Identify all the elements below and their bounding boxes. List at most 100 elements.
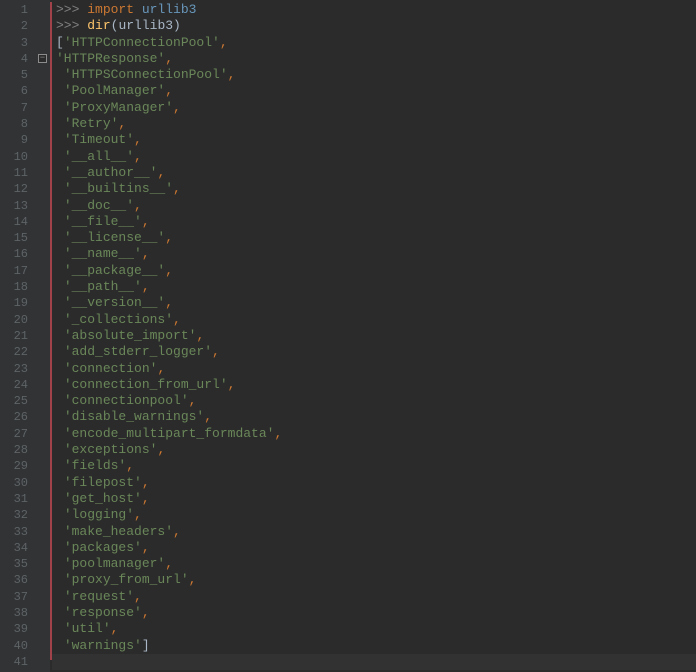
- token: [56, 409, 64, 424]
- token: ,: [157, 165, 165, 180]
- code-line[interactable]: 'HTTPResponse',: [52, 51, 696, 67]
- line-number: 26: [0, 409, 28, 425]
- token: '__version__': [64, 295, 165, 310]
- token: ,: [173, 181, 181, 196]
- token: 'Timeout': [64, 132, 134, 147]
- line-number: 23: [0, 361, 28, 377]
- token: '__path__': [64, 279, 142, 294]
- code-line[interactable]: ['HTTPConnectionPool',: [52, 35, 696, 51]
- code-line[interactable]: '__doc__',: [52, 198, 696, 214]
- line-number: 9: [0, 132, 28, 148]
- code-line[interactable]: '__builtins__',: [52, 181, 696, 197]
- code-line[interactable]: 'proxy_from_url',: [52, 572, 696, 588]
- line-number: 36: [0, 572, 28, 588]
- line-number: 21: [0, 328, 28, 344]
- token: ,: [212, 344, 220, 359]
- token: ,: [111, 621, 119, 636]
- token: [56, 572, 64, 587]
- code-editor[interactable]: 1234567891011121314151617181920212223242…: [0, 0, 696, 672]
- token: ,: [134, 149, 142, 164]
- token: 'fields': [64, 458, 126, 473]
- token: [56, 181, 64, 196]
- line-number: 4: [0, 51, 28, 67]
- code-line[interactable]: 'connection',: [52, 361, 696, 377]
- line-number: 31: [0, 491, 28, 507]
- token: 'exceptions': [64, 442, 158, 457]
- code-line[interactable]: 'fields',: [52, 458, 696, 474]
- token: '__file__': [64, 214, 142, 229]
- token: ,: [142, 279, 150, 294]
- token: ,: [189, 572, 197, 587]
- line-number: 14: [0, 214, 28, 230]
- code-line[interactable]: 'Retry',: [52, 116, 696, 132]
- token: [56, 426, 64, 441]
- code-line[interactable]: 'request',: [52, 589, 696, 605]
- token: 'HTTPConnectionPool': [64, 35, 220, 50]
- code-line[interactable]: 'packages',: [52, 540, 696, 556]
- token: 'request': [64, 589, 134, 604]
- token: ,: [134, 589, 142, 604]
- token: [56, 246, 64, 261]
- token: ,: [134, 507, 142, 522]
- code-line[interactable]: '__all__',: [52, 149, 696, 165]
- token: 'logging': [64, 507, 134, 522]
- code-line[interactable]: 'connection_from_url',: [52, 377, 696, 393]
- code-line[interactable]: [52, 654, 696, 670]
- code-line[interactable]: '__author__',: [52, 165, 696, 181]
- line-number: 22: [0, 344, 28, 360]
- code-line[interactable]: 'util',: [52, 621, 696, 637]
- code-line[interactable]: '__version__',: [52, 295, 696, 311]
- line-number: 7: [0, 100, 28, 116]
- code-line[interactable]: '__path__',: [52, 279, 696, 295]
- token: ,: [157, 361, 165, 376]
- line-number: 27: [0, 426, 28, 442]
- token: ,: [165, 295, 173, 310]
- code-area[interactable]: >>> import urllib3>>> dir(urllib3)['HTTP…: [52, 0, 696, 672]
- code-line[interactable]: '__file__',: [52, 214, 696, 230]
- line-number: 25: [0, 393, 28, 409]
- token: ,: [165, 51, 173, 66]
- code-line[interactable]: 'response',: [52, 605, 696, 621]
- line-number: 1: [0, 2, 28, 18]
- token: [56, 442, 64, 457]
- code-line[interactable]: '__name__',: [52, 246, 696, 262]
- code-line[interactable]: 'connectionpool',: [52, 393, 696, 409]
- token: ,: [134, 132, 142, 147]
- code-line[interactable]: 'ProxyManager',: [52, 100, 696, 116]
- token: [56, 312, 64, 327]
- code-line[interactable]: 'encode_multipart_formdata',: [52, 426, 696, 442]
- code-line[interactable]: '_collections',: [52, 312, 696, 328]
- code-line[interactable]: >>> import urllib3: [52, 2, 696, 18]
- token: 'HTTPResponse': [56, 51, 165, 66]
- code-line[interactable]: 'filepost',: [52, 475, 696, 491]
- code-line[interactable]: 'absolute_import',: [52, 328, 696, 344]
- code-line[interactable]: 'warnings']: [52, 638, 696, 654]
- code-line[interactable]: 'Timeout',: [52, 132, 696, 148]
- code-line[interactable]: 'HTTPSConnectionPool',: [52, 67, 696, 83]
- token: import: [87, 2, 134, 17]
- code-line[interactable]: 'logging',: [52, 507, 696, 523]
- code-line[interactable]: 'make_headers',: [52, 524, 696, 540]
- code-line[interactable]: 'disable_warnings',: [52, 409, 696, 425]
- token: ,: [142, 491, 150, 506]
- token: 'connectionpool': [64, 393, 189, 408]
- token: ,: [228, 377, 236, 392]
- token: ,: [165, 556, 173, 571]
- code-line[interactable]: >>> dir(urllib3): [52, 18, 696, 34]
- fold-marker-icon[interactable]: [38, 54, 47, 63]
- line-number: 12: [0, 181, 28, 197]
- token: ,: [165, 263, 173, 278]
- code-line[interactable]: '__license__',: [52, 230, 696, 246]
- token: 'connection': [64, 361, 158, 376]
- code-line[interactable]: 'poolmanager',: [52, 556, 696, 572]
- token: 'connection_from_url': [64, 377, 228, 392]
- code-line[interactable]: 'exceptions',: [52, 442, 696, 458]
- code-line[interactable]: 'PoolManager',: [52, 83, 696, 99]
- code-line[interactable]: 'add_stderr_logger',: [52, 344, 696, 360]
- line-number: 8: [0, 116, 28, 132]
- token: [56, 377, 64, 392]
- token: ,: [118, 116, 126, 131]
- code-line[interactable]: 'get_host',: [52, 491, 696, 507]
- code-line[interactable]: '__package__',: [52, 263, 696, 279]
- line-number: 2: [0, 18, 28, 34]
